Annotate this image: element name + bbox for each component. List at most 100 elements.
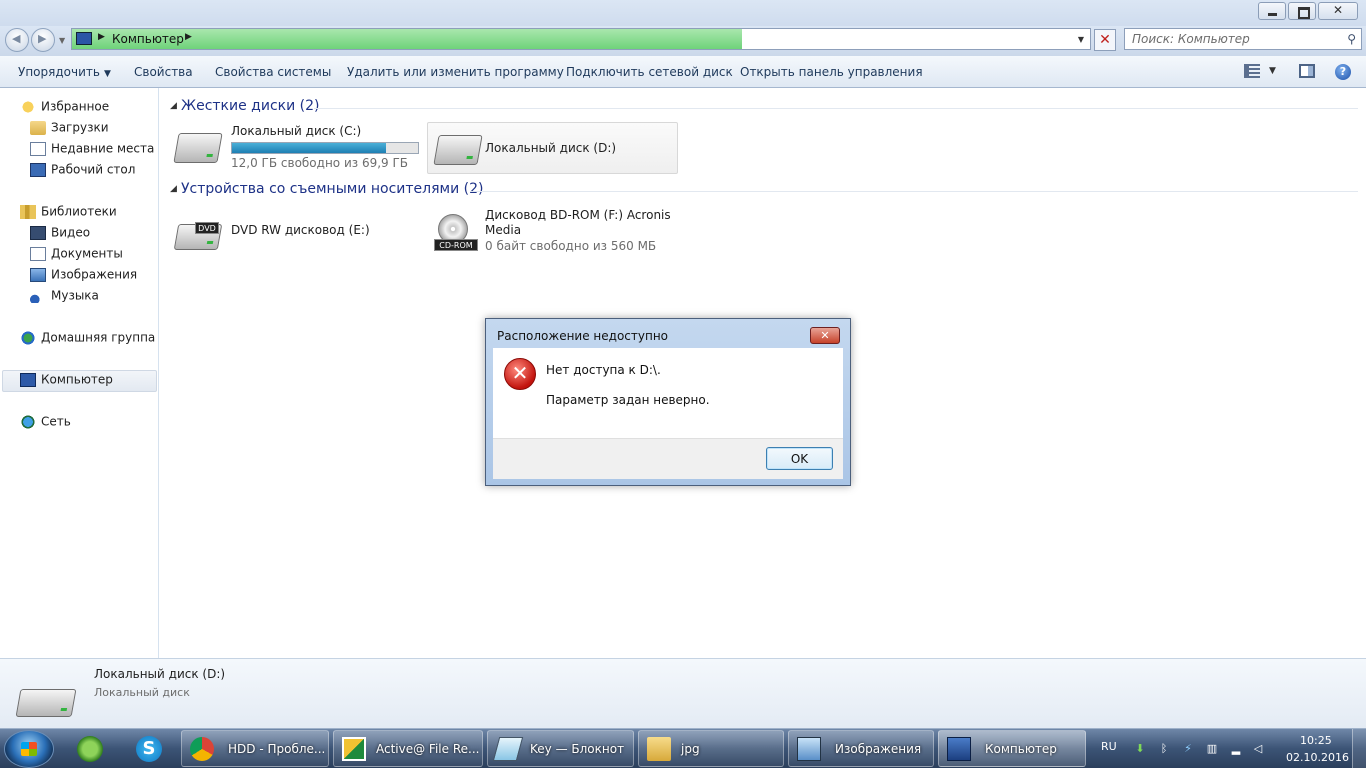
- taskbar-item-label: Active@ File Re...: [376, 742, 480, 756]
- properties-button[interactable]: Свойства: [134, 65, 193, 79]
- download-tray-icon[interactable]: ⬇: [1134, 742, 1146, 756]
- computer-icon: [947, 737, 971, 761]
- chrome-icon: [190, 737, 214, 761]
- pinned-skype[interactable]: S: [127, 732, 169, 766]
- back-arrow-icon: ◀: [12, 32, 21, 45]
- search-box[interactable]: Поиск: Компьютер ⚲: [1124, 28, 1362, 50]
- open-control-panel-button[interactable]: Открыть панель управления: [740, 65, 923, 79]
- sidebar-item-label: Домашняя группа: [41, 330, 156, 345]
- drive-c-tile[interactable]: Локальный диск (C:) 12,0 ГБ свободно из …: [168, 121, 426, 173]
- sidebar-item-label: Недавние места: [51, 141, 155, 156]
- system-properties-button[interactable]: Свойства системы: [215, 65, 331, 79]
- drive-e-tile[interactable]: DVD DVD RW дисковод (E:): [168, 206, 426, 258]
- drive-name: Дисковод BD-ROM (F:) Acronis: [485, 208, 671, 222]
- active-file-recovery-icon: [342, 737, 366, 761]
- map-network-drive-button[interactable]: Подключить сетевой диск: [566, 65, 733, 79]
- sidebar-item-homegroup[interactable]: Домашняя группа: [20, 330, 155, 348]
- dialog-close-button[interactable]: ✕: [810, 327, 840, 344]
- libraries-icon: [20, 204, 36, 219]
- minimize-button[interactable]: [1258, 2, 1286, 20]
- dialog-footer: OK: [493, 438, 843, 479]
- sidebar-item-recent-places[interactable]: Недавние места: [30, 141, 154, 159]
- drive-usage-bar: [231, 142, 419, 154]
- sidebar-item-images[interactable]: Изображения: [30, 267, 137, 285]
- hard-drive-icon: [15, 689, 77, 717]
- recent-pages-dropdown[interactable]: ▼: [59, 36, 65, 45]
- sidebar-item-network[interactable]: Сеть: [20, 414, 71, 432]
- skype-icon: S: [136, 736, 162, 762]
- address-dropdown-icon[interactable]: ▼: [1078, 35, 1084, 44]
- clock-date[interactable]: 02.10.2016: [1286, 751, 1349, 764]
- power-icon[interactable]: ⚡: [1182, 742, 1194, 756]
- change-view-icon[interactable]: [1244, 64, 1260, 78]
- notepad-icon: [492, 737, 524, 761]
- view-dropdown-icon[interactable]: ▼: [1269, 66, 1276, 76]
- sidebar-item-video[interactable]: Видео: [30, 225, 90, 243]
- dialog-detail: Параметр задан неверно.: [546, 393, 710, 407]
- sidebar-item-documents[interactable]: Документы: [30, 246, 123, 264]
- taskbar-item-computer[interactable]: Компьютер: [938, 730, 1086, 767]
- taskbar-item-label: Key — Блокнот: [530, 742, 625, 756]
- address-bar[interactable]: ▶ Компьютер ▶ ▼: [71, 28, 1091, 50]
- volume-icon[interactable]: ◁: [1252, 742, 1264, 756]
- drive-d-tile[interactable]: Локальный диск (D:): [427, 122, 678, 174]
- desktop-icon: [30, 162, 46, 177]
- taskbar-item-chrome[interactable]: HDD - Пробле...: [181, 730, 329, 767]
- breadcrumb-computer[interactable]: Компьютер: [112, 32, 184, 46]
- sidebar-item-downloads[interactable]: Загрузки: [30, 120, 109, 138]
- signal-icon[interactable]: ▂: [1230, 742, 1242, 756]
- group-collapse-icon[interactable]: ◢: [170, 101, 177, 111]
- search-icon[interactable]: ⚲: [1347, 32, 1356, 46]
- drive-free-space: 12,0 ГБ свободно из 69,9 ГБ: [231, 156, 409, 170]
- maximize-button[interactable]: [1288, 2, 1316, 20]
- sidebar-item-desktop[interactable]: Рабочий стол: [30, 162, 135, 180]
- forward-button[interactable]: ▶: [31, 28, 55, 52]
- taskbar-item-active-file-recovery[interactable]: Active@ File Re...: [333, 730, 483, 767]
- group-removable[interactable]: ◢ Устройства со съемными носителями (2): [168, 181, 1358, 201]
- sidebar-item-libraries[interactable]: Библиотеки: [20, 204, 117, 222]
- sidebar-item-favorites[interactable]: Избранное: [20, 99, 109, 117]
- clock-time[interactable]: 10:25: [1300, 734, 1332, 747]
- taskbar-item-label: HDD - Пробле...: [228, 742, 326, 756]
- preview-pane-icon[interactable]: [1299, 64, 1315, 78]
- stop-loading-button[interactable]: ✕: [1094, 29, 1116, 51]
- pinned-download-manager[interactable]: [68, 732, 110, 766]
- language-indicator[interactable]: RU: [1101, 740, 1117, 753]
- taskbar-item-jpg-folder[interactable]: jpg: [638, 730, 784, 767]
- group-collapse-icon[interactable]: ◢: [170, 184, 177, 194]
- details-item-name: Локальный диск (D:): [94, 667, 226, 681]
- sidebar-item-label: Сеть: [41, 414, 71, 429]
- show-desktop-button[interactable]: [1352, 729, 1366, 768]
- folder-icon: [647, 737, 671, 761]
- usb-device-icon[interactable]: ▥: [1206, 742, 1218, 756]
- cd-rom-badge: CD-ROM: [434, 239, 478, 251]
- bluetooth-icon[interactable]: ᛒ: [1158, 742, 1170, 756]
- close-window-button[interactable]: [1318, 2, 1358, 20]
- music-note-icon: [30, 288, 46, 303]
- command-bar: Упорядочить ▼ Свойства Свойства системы У…: [0, 56, 1366, 88]
- breadcrumb-arrow-icon[interactable]: ▶: [98, 32, 105, 42]
- drive-free-space: 0 байт свободно из 560 МБ: [485, 239, 657, 253]
- taskbar-item-images[interactable]: Изображения: [788, 730, 934, 767]
- sidebar-item-music[interactable]: Музыка: [30, 288, 99, 306]
- taskbar-item-label: Компьютер: [985, 742, 1057, 756]
- taskbar-item-notepad[interactable]: Key — Блокнот: [487, 730, 634, 767]
- taskbar: S HDD - Пробле... Active@ File Re... Key…: [0, 728, 1366, 768]
- hard-drive-icon: [433, 135, 483, 165]
- start-button[interactable]: [4, 730, 54, 768]
- sidebar-item-label: Музыка: [51, 288, 99, 303]
- ok-button[interactable]: OK: [766, 447, 833, 470]
- breadcrumb-arrow-icon[interactable]: ▶: [185, 32, 192, 42]
- search-input[interactable]: Поиск: Компьютер: [1132, 32, 1250, 46]
- back-button[interactable]: ◀: [5, 28, 29, 52]
- organize-button[interactable]: Упорядочить ▼: [18, 65, 111, 79]
- sidebar-item-label: Видео: [51, 225, 91, 240]
- sidebar-item-computer[interactable]: Компьютер: [20, 372, 113, 390]
- drive-usage-fill: [232, 143, 387, 153]
- homegroup-icon: [20, 330, 36, 345]
- chevron-down-icon: ▼: [103, 69, 111, 79]
- drive-f-tile[interactable]: CD-ROM Дисковод BD-ROM (F:) Acronis Medi…: [424, 206, 682, 258]
- uninstall-program-button[interactable]: Удалить или изменить программу: [347, 65, 564, 79]
- help-icon[interactable]: ?: [1335, 64, 1351, 80]
- group-hard-disks[interactable]: ◢ Жесткие диски (2): [168, 98, 1358, 118]
